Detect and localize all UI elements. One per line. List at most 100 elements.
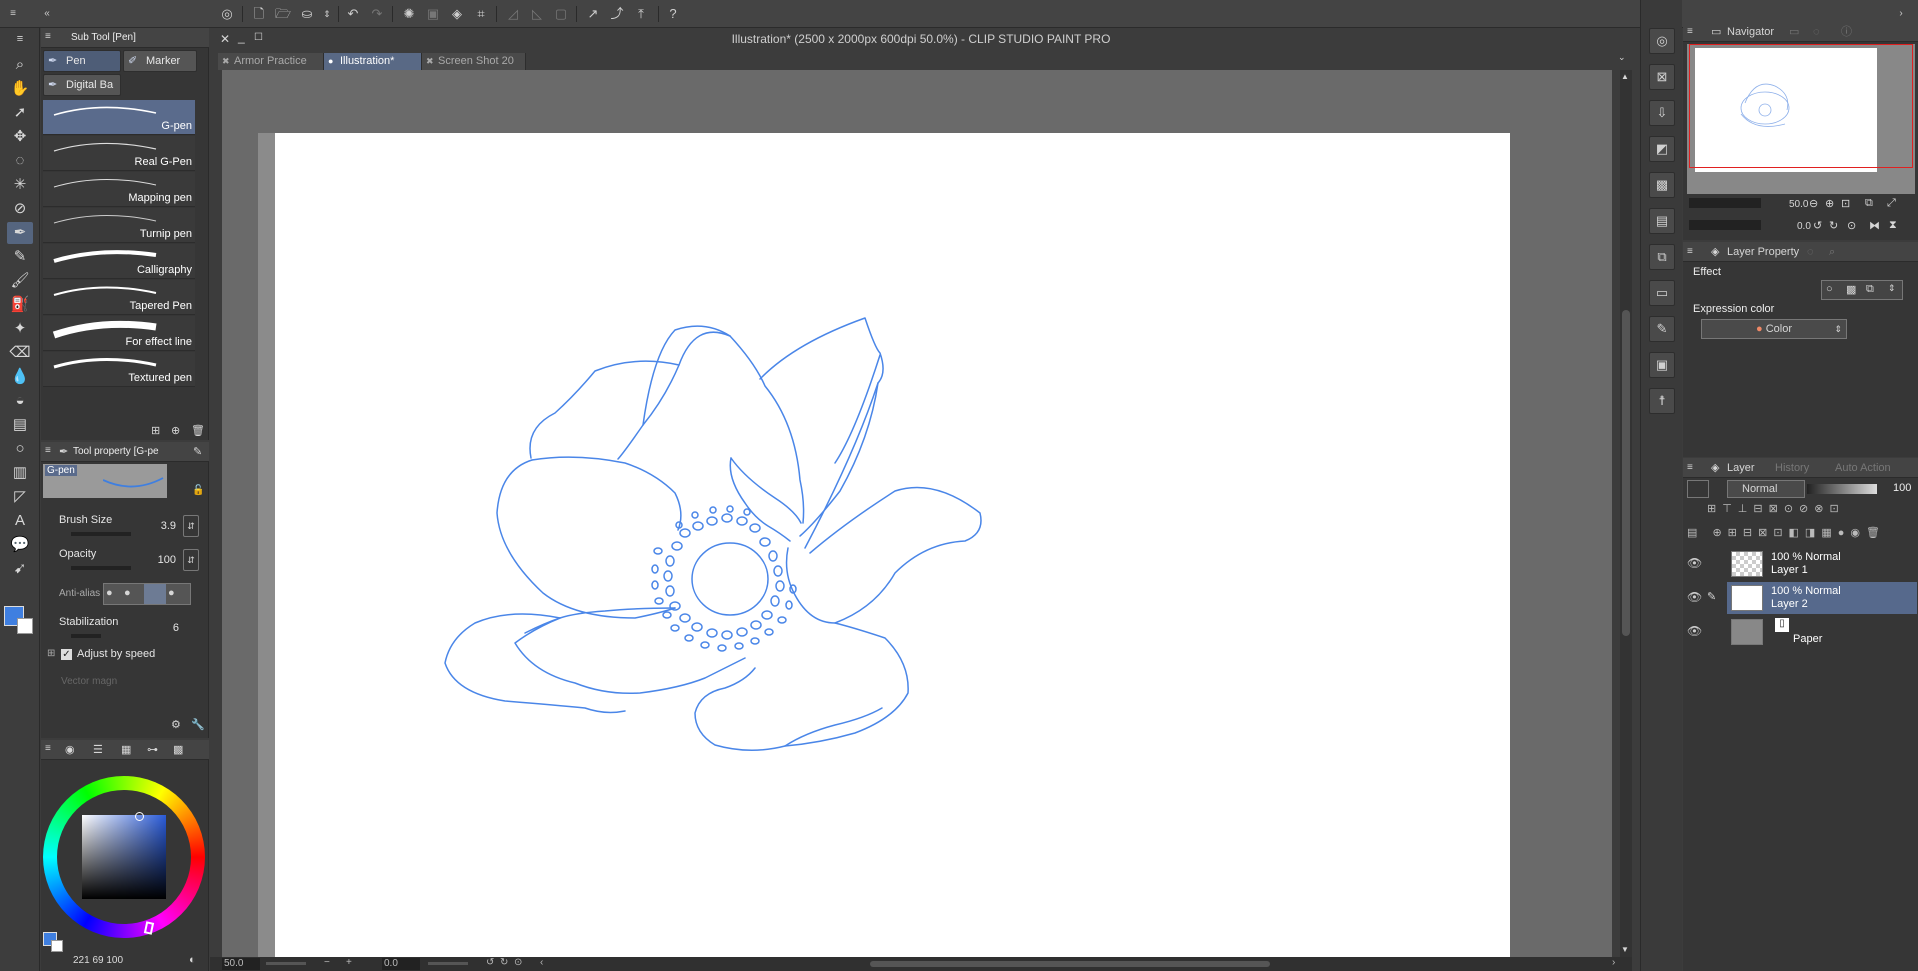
tab-illustration[interactable]: ● Illustration* (324, 53, 422, 70)
sub-view-tab-icon[interactable]: ▭ (1789, 22, 1799, 42)
snap-grid-icon[interactable]: ⤒ (632, 5, 650, 23)
gradient-tool-icon[interactable]: ▤ (7, 414, 33, 436)
rotation-slider[interactable] (428, 962, 468, 965)
panel-menu-icon[interactable]: ≡ (1687, 458, 1693, 478)
effect-more-icon[interactable]: ⇕ (1888, 283, 1896, 294)
horizontal-scroll-thumb[interactable] (870, 961, 1270, 967)
layer-opacity-slider[interactable] (1807, 484, 1877, 494)
rotate-right-icon[interactable]: ↻ (500, 957, 508, 968)
redo-icon[interactable]: ↷ (368, 5, 386, 23)
tab-armor-practice[interactable]: ✖ Armor Practice (218, 53, 324, 70)
figure-pose-icon[interactable]: ☨ (1649, 388, 1675, 414)
navigator-viewport-frame[interactable] (1689, 44, 1913, 168)
opacity-value[interactable]: 100 (158, 554, 176, 566)
zoom-in-icon[interactable]: + (346, 957, 352, 968)
snap-ruler-icon[interactable]: ↗ (584, 5, 602, 23)
gallery-icon[interactable]: ▣ (1649, 352, 1675, 378)
delete-sub-tool-icon[interactable]: 🗑 (191, 424, 205, 437)
new-file-icon[interactable]: 🗋 (250, 5, 268, 23)
zoom-out-icon[interactable]: − (324, 957, 330, 968)
tab-layer[interactable]: Layer (1727, 458, 1755, 478)
tab-history[interactable]: History (1775, 458, 1809, 478)
brush-tapered-pen[interactable]: Tapered Pen (43, 280, 195, 315)
adjust-by-speed-checkbox[interactable]: ✓ (61, 649, 72, 660)
close-tab-icon[interactable]: ✖ (426, 53, 434, 70)
color-mode-icon[interactable]: ◐ (189, 954, 196, 966)
sub-tool-tab-digital[interactable]: ✒ Digital Ba (43, 74, 121, 96)
fill-icon[interactable]: ◈ (448, 5, 466, 23)
sub-tool-tab-marker[interactable]: ✐ Marker (123, 50, 197, 72)
frame-tool-icon[interactable]: ▥ (7, 462, 33, 484)
reset-rotation-icon[interactable]: ⊙ (514, 957, 522, 968)
help-icon[interactable]: ? (664, 5, 682, 23)
menu-icon[interactable]: ≡ (4, 5, 22, 23)
add-sub-tool-icon[interactable]: ⊕ (171, 424, 180, 437)
crop-icon[interactable]: ⌗ (472, 5, 490, 23)
folder-icon[interactable]: ▭ (1649, 280, 1675, 306)
opacity-dynamics-button[interactable]: ⇵ (183, 549, 199, 571)
brush-real-g-pen[interactable]: Real G-Pen (43, 136, 195, 171)
approximate-color-tab-icon[interactable]: ▩ (173, 743, 183, 756)
reset-rotation-icon[interactable]: ⊙ (1847, 219, 1856, 232)
brush-size-dynamics-button[interactable]: ⇵ (183, 515, 199, 537)
sub-view-icon[interactable]: ◩ (1649, 136, 1675, 162)
stabilization-slider[interactable] (71, 634, 101, 638)
canvas-paper[interactable] (275, 133, 1510, 957)
zoom-field[interactable]: 50.0 (222, 958, 260, 970)
color-slider-tab-icon[interactable]: ☰ (93, 743, 103, 756)
rotate-left-icon[interactable]: ↺ (1813, 219, 1822, 232)
brush-turnip-pen[interactable]: Turnip pen (43, 208, 195, 243)
collapse-left-icon[interactable]: « (38, 5, 56, 23)
eraser-tool-icon[interactable]: ⌫ (7, 342, 33, 364)
search-layer-tab-icon[interactable]: ⌕ (1829, 242, 1835, 262)
blend-mode-dropdown[interactable]: Normal (1727, 480, 1805, 498)
fit-navigator-icon[interactable]: ⤢ (1887, 197, 1896, 210)
close-tab-icon[interactable]: ✖ (222, 53, 230, 70)
brush-for-effect-line[interactable]: For effect line (43, 316, 195, 351)
layer-opacity-value[interactable]: 100 (1893, 482, 1911, 494)
layer-color-effect-icon[interactable]: ⧉ (1866, 283, 1874, 296)
material-icon[interactable]: ⊠ (1649, 64, 1675, 90)
figure-tool-icon[interactable]: ○ (7, 438, 33, 460)
correct-line-tool-icon[interactable]: ➹ (7, 558, 33, 580)
lasso-tool-icon[interactable]: ◌ (7, 150, 33, 172)
tool-info-tab-icon[interactable]: ◌ (1807, 242, 1814, 262)
eyedropper-tool-icon[interactable]: ⊘ (7, 198, 33, 220)
settings-icon[interactable]: ⚙ (171, 718, 181, 731)
fill-tool-icon[interactable]: ◒ (7, 390, 33, 412)
panel-menu-icon[interactable]: ≡ (1687, 22, 1693, 42)
expand-icon[interactable]: ⊞ (47, 648, 55, 659)
layer-options-toolbar[interactable]: ⊞⊤⊥⊟⊠⊙⊘⊗⊡ (1707, 502, 1915, 520)
expression-color-dropdown[interactable]: ● Color ⇕ (1701, 319, 1847, 339)
opacity-slider[interactable] (71, 566, 131, 570)
sub-color-swatch[interactable] (17, 618, 33, 634)
scroll-down-icon[interactable]: ▼ (1621, 945, 1629, 954)
decoration-tool-icon[interactable]: ✦ (7, 318, 33, 340)
snap-special-ruler-icon[interactable]: ⤴ (608, 5, 626, 23)
ruler-tool-icon[interactable]: ◸ (7, 486, 33, 508)
eye-icon[interactable]: 👁 (1687, 590, 1702, 604)
quick-search-icon[interactable]: ◎ (1649, 28, 1675, 54)
rotate-right-icon[interactable]: ↻ (1829, 219, 1838, 232)
zoom-slider[interactable] (266, 962, 306, 965)
panel-menu-icon[interactable]: › (1892, 5, 1910, 23)
brush-mapping-pen[interactable]: Mapping pen (43, 172, 195, 207)
navigator-title[interactable]: Navigator (1727, 22, 1774, 42)
navigator-zoom-value[interactable]: 50.0 (1789, 199, 1808, 210)
sub-color-swatch-small[interactable] (51, 940, 63, 952)
snap-icon[interactable]: ◺ (528, 5, 546, 23)
zoom-in-icon[interactable]: ⊕ (1825, 197, 1834, 210)
actual-size-icon[interactable]: ⊡ (1841, 197, 1850, 210)
balloon-tool-icon[interactable]: 💬 (7, 534, 33, 556)
sub-tool-tab-pen[interactable]: ✒ Pen (43, 50, 121, 72)
wrench-icon[interactable]: 🔧 (191, 718, 205, 731)
eye-icon[interactable]: 👁 (1687, 624, 1702, 638)
flip-vertical-icon[interactable]: ⧗ (1889, 219, 1897, 232)
antialias-strong-icon[interactable]: ● (168, 587, 175, 599)
airbrush-tool-icon[interactable]: ⛽ (7, 294, 33, 316)
brush-calligraphy[interactable]: Calligraphy (43, 244, 195, 279)
zoom-out-icon[interactable]: ⊖ (1809, 197, 1818, 210)
lock-icon[interactable]: 🔓 (192, 485, 204, 496)
move-layer-tool-icon[interactable]: ✥ (7, 126, 33, 148)
scroll-up-icon[interactable]: ▲ (1621, 72, 1629, 81)
